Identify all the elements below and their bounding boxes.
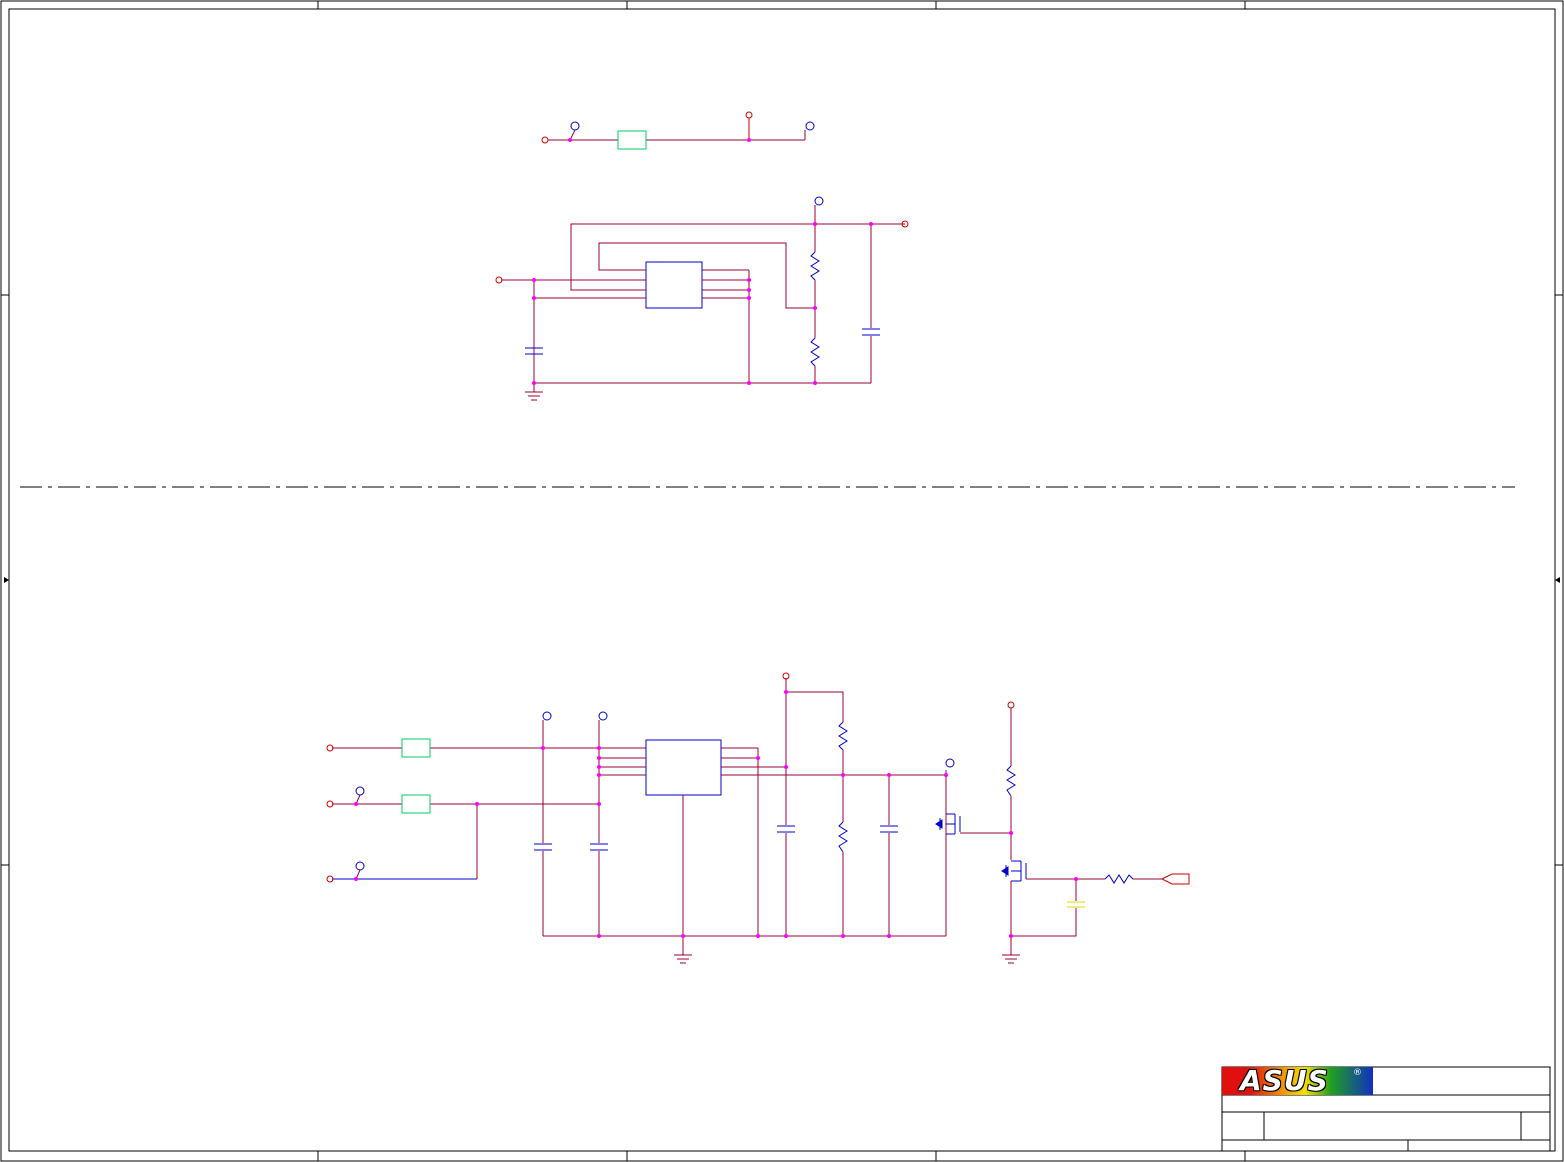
power-port-blue xyxy=(598,711,608,721)
resistor-lower-1 xyxy=(838,721,848,751)
registered-mark: ® xyxy=(1353,1068,1362,1078)
power-port-blue xyxy=(805,121,815,131)
resistor-lower-3 xyxy=(1006,765,1016,797)
resistor-lower-4 xyxy=(1104,874,1134,884)
resistor-upper-2 xyxy=(810,337,820,367)
upper-regulator-circuit xyxy=(495,196,909,401)
ferrite-bead xyxy=(401,794,431,814)
lower-junctions xyxy=(354,690,1078,938)
power-port-blue xyxy=(355,861,365,871)
power-port-blue xyxy=(570,121,580,131)
power-port-red xyxy=(745,111,753,119)
power-port-blue xyxy=(542,711,552,721)
ground-symbol xyxy=(1002,936,1020,964)
resistor-upper-1 xyxy=(810,251,820,281)
mosfet-q2 xyxy=(1001,860,1027,882)
regulator-ic-lower xyxy=(645,739,722,796)
mosfet-q1 xyxy=(935,813,961,835)
upper-ferrite-circuit xyxy=(541,111,815,150)
brand-logo-text: ASUS xyxy=(1240,1064,1329,1097)
regulator-ic-upper xyxy=(645,261,703,309)
power-port-blue xyxy=(945,758,955,768)
ground-symbol xyxy=(674,936,692,964)
power-port-blue xyxy=(355,786,365,796)
lower-regulator-circuit xyxy=(326,672,1190,964)
connector-arrow xyxy=(1160,873,1190,885)
ferrite-bead xyxy=(617,130,647,150)
schematic-sheet xyxy=(0,0,1564,1162)
ferrite-bead xyxy=(401,738,431,758)
power-port-blue xyxy=(814,196,824,206)
power-port-red xyxy=(541,136,549,144)
power-port-red xyxy=(1007,701,1015,709)
ground-symbol xyxy=(525,383,543,401)
sheet-frame xyxy=(0,0,1564,1162)
zone-arrow-left xyxy=(4,577,9,583)
zone-arrow-right xyxy=(1555,577,1560,583)
resistor-lower-2 xyxy=(838,821,848,853)
